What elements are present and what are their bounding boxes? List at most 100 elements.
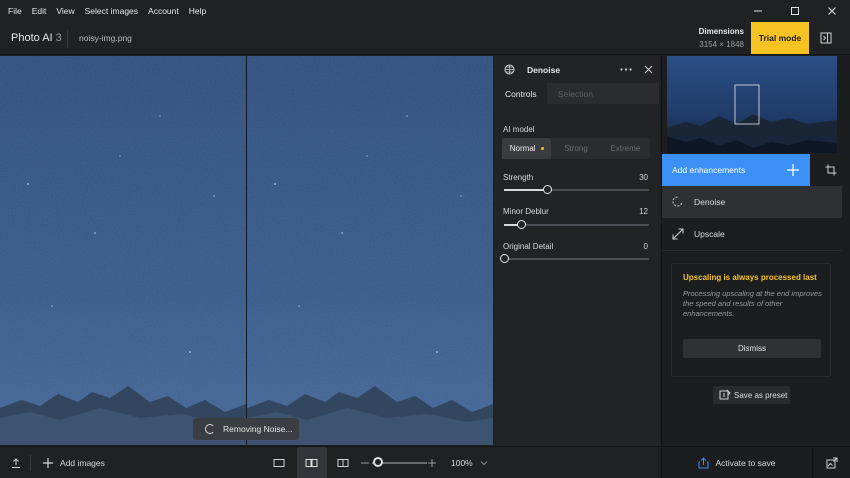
maximize-button[interactable] bbox=[776, 0, 813, 21]
export-upload-button[interactable] bbox=[10, 447, 22, 478]
model-normal-button[interactable]: Normal bbox=[502, 138, 552, 159]
export-image-button[interactable] bbox=[812, 446, 850, 478]
controls-tabs: Controls Selection bbox=[502, 83, 659, 104]
plus-icon bbox=[787, 164, 799, 176]
strength-slider-handle[interactable] bbox=[543, 185, 552, 194]
sidebar-toggle-icon bbox=[820, 32, 832, 44]
add-images-button[interactable]: Add images bbox=[42, 447, 105, 478]
processing-text: Removing Noise... bbox=[223, 424, 293, 434]
crop-button[interactable] bbox=[812, 154, 850, 186]
menu-select-images[interactable]: Select images bbox=[85, 6, 138, 16]
enhancement-denoise[interactable]: Denoise bbox=[662, 186, 842, 218]
add-enhancements-label: Add enhancements bbox=[672, 165, 746, 175]
menu-view[interactable]: View bbox=[56, 6, 74, 16]
notice-body: Processing upscaling at the end improves… bbox=[683, 289, 822, 318]
minor-deblur-slider[interactable] bbox=[504, 220, 649, 229]
ai-model-label: AI model bbox=[503, 125, 535, 134]
crop-icon bbox=[825, 164, 837, 176]
model-strong-button[interactable]: Strong bbox=[551, 138, 600, 159]
dismiss-button[interactable]: Dismiss bbox=[683, 339, 821, 358]
plus-icon bbox=[43, 458, 53, 468]
original-detail-label: Original Detail bbox=[503, 242, 554, 251]
bottom-bar: Add images 100% bbox=[0, 446, 660, 478]
export-image-icon bbox=[826, 457, 837, 468]
expand-icon bbox=[672, 228, 684, 240]
menu-help[interactable]: Help bbox=[189, 6, 206, 16]
chevron-down-icon bbox=[480, 461, 488, 466]
minimize-button[interactable] bbox=[739, 0, 776, 21]
ai-model-selector: Normal Strong Extreme bbox=[502, 138, 650, 159]
upload-icon bbox=[12, 458, 20, 468]
compare-split-line[interactable] bbox=[246, 56, 247, 445]
enhancement-denoise-label: Denoise bbox=[694, 197, 726, 207]
original-detail-slider[interactable] bbox=[499, 254, 649, 263]
spinner-icon bbox=[205, 424, 215, 434]
selected-dot-icon bbox=[540, 147, 544, 150]
add-enhancements-button[interactable]: Add enhancements bbox=[662, 154, 810, 186]
controls-header: Denoise bbox=[494, 56, 660, 83]
menu-file[interactable]: File bbox=[8, 6, 22, 16]
compare-icon bbox=[337, 459, 349, 467]
close-controls-button[interactable] bbox=[643, 64, 654, 75]
add-images-label: Add images bbox=[60, 458, 105, 468]
activate-to-save-button[interactable]: Activate to save bbox=[662, 446, 812, 478]
more-options-button[interactable] bbox=[619, 64, 633, 75]
tab-controls[interactable]: Controls bbox=[502, 83, 547, 104]
enhancement-upscale[interactable]: Upscale bbox=[662, 218, 842, 250]
bottom-divider bbox=[30, 455, 31, 471]
denoise-icon bbox=[504, 64, 515, 75]
save-as-preset-label: Save as preset bbox=[734, 390, 788, 400]
panel-toggle-button[interactable] bbox=[812, 22, 840, 54]
minimize-icon bbox=[753, 10, 762, 11]
single-view-icon bbox=[273, 459, 285, 467]
dimensions-label: Dimensions bbox=[698, 27, 744, 36]
zoom-level-select[interactable]: 100% bbox=[451, 447, 488, 478]
tab-selection[interactable]: Selection bbox=[547, 83, 659, 104]
menu-edit[interactable]: Edit bbox=[32, 6, 47, 16]
plus-small-icon bbox=[428, 459, 436, 467]
more-icon bbox=[620, 68, 632, 71]
preset-icon bbox=[719, 389, 731, 400]
activate-to-save-label: Activate to save bbox=[715, 457, 776, 468]
minor-deblur-label: Minor Deblur bbox=[503, 207, 549, 216]
strength-value: 30 bbox=[639, 173, 648, 182]
strength-slider-fill bbox=[504, 189, 548, 191]
controls-title: Denoise bbox=[527, 65, 561, 75]
notice-title: Upscaling is always processed last bbox=[683, 273, 817, 282]
file-name: noisy-img.png bbox=[79, 33, 132, 43]
app-name-text: Photo AI bbox=[11, 32, 53, 44]
thumbnail-image bbox=[667, 56, 837, 153]
title-divider bbox=[67, 30, 68, 48]
trial-mode-button[interactable]: Trial mode bbox=[751, 22, 809, 54]
dimensions-value: 3154 × 1848 bbox=[699, 40, 744, 49]
menu-bar: File Edit View Select images Account Hel… bbox=[0, 0, 850, 21]
compare-view-button[interactable] bbox=[337, 447, 349, 478]
side-by-side-icon bbox=[305, 459, 318, 467]
close-window-button[interactable] bbox=[813, 0, 850, 21]
enhancement-upscale-label: Upscale bbox=[694, 229, 725, 239]
processing-toast: Removing Noise... bbox=[193, 418, 299, 440]
maximize-icon bbox=[790, 6, 799, 15]
save-as-preset-button[interactable]: Save as preset bbox=[713, 386, 790, 404]
zoom-in-button[interactable] bbox=[428, 447, 436, 478]
controls-panel: Denoise Controls Selection AI model Norm… bbox=[494, 56, 660, 446]
enhancement-divider bbox=[662, 250, 842, 251]
navigator-thumbnail[interactable] bbox=[667, 56, 837, 153]
minor-deblur-slider-handle[interactable] bbox=[516, 220, 526, 229]
strength-slider[interactable] bbox=[504, 185, 649, 194]
split-view-button[interactable] bbox=[305, 447, 318, 478]
upscale-notice: Upscaling is always processed last Proce… bbox=[671, 263, 831, 377]
close-icon bbox=[827, 6, 836, 15]
original-detail-slider-handle[interactable] bbox=[499, 254, 509, 263]
original-detail-value: 0 bbox=[643, 242, 648, 251]
single-view-button[interactable] bbox=[273, 447, 285, 478]
title-bar: Photo AI 3 noisy-img.png Dimensions 3154 … bbox=[0, 21, 850, 55]
right-panel: Add enhancements Denoise Upscale Upscali… bbox=[661, 56, 850, 478]
zoom-out-button[interactable] bbox=[361, 447, 369, 478]
menu-account[interactable]: Account bbox=[148, 6, 179, 16]
zoom-slider-handle[interactable] bbox=[372, 457, 383, 467]
minus-icon bbox=[361, 462, 369, 464]
app-version: 3 bbox=[55, 32, 62, 44]
model-extreme-button[interactable]: Extreme bbox=[601, 138, 650, 159]
menu: File Edit View Select images Account Hel… bbox=[0, 6, 216, 16]
